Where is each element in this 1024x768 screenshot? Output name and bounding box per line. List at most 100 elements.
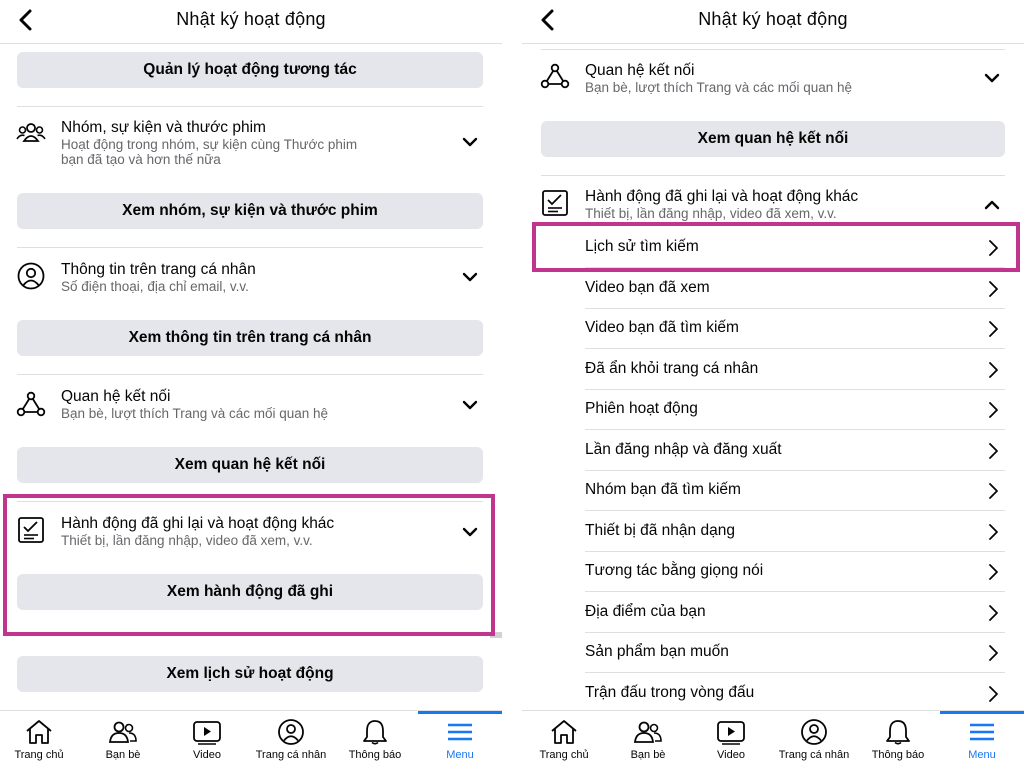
section-title: Quan hệ kết nối — [61, 388, 171, 405]
nav-profile[interactable]: Trang cá nhân — [249, 711, 333, 768]
video-icon — [717, 721, 745, 745]
bell-icon — [363, 720, 387, 745]
groups-icon — [16, 123, 46, 142]
list-item-label: Video bạn đã xem — [585, 279, 710, 296]
chevron-right-icon — [989, 483, 998, 499]
section-subtitle: Bạn bè, lượt thích Trang và các mối quan… — [585, 80, 853, 95]
list-item-recognized-devices[interactable]: Thiết bị đã nhận dạng — [585, 512, 1005, 552]
list-item-groups-searched[interactable]: Nhóm bạn đã tìm kiếm — [585, 471, 1005, 511]
menu-icon — [448, 723, 472, 741]
list-item-label: Trận đấu trong vòng đấu — [585, 684, 755, 701]
list-item-your-places[interactable]: Địa điểm của bạn — [585, 593, 1005, 633]
nav-notifications[interactable]: Thông báo — [333, 711, 417, 768]
list-item-products-wanted[interactable]: Sản phẩm bạn muốn — [585, 633, 1005, 673]
nav-video[interactable]: Video — [165, 711, 249, 768]
screen-gap — [502, 0, 522, 768]
chevron-right-icon — [989, 402, 998, 418]
header: Nhật ký hoạt động — [522, 0, 1024, 44]
page-title: Nhật ký hoạt động — [176, 9, 326, 29]
chevron-down-icon — [462, 400, 478, 410]
nav-home[interactable]: Trang chủ — [522, 711, 606, 768]
chevron-right-icon — [989, 281, 998, 297]
view-history-button[interactable]: Xem lịch sử hoạt động — [17, 656, 483, 692]
left-screen: Nhật ký hoạt động Quản lý hoạt động tươn… — [0, 0, 502, 768]
divider — [17, 106, 483, 107]
scroll-indicator — [490, 632, 502, 638]
section-connections[interactable]: Quan hệ kết nối Bạn bè, lượt thích Trang… — [0, 380, 502, 440]
nav-label: Menu — [968, 749, 996, 761]
list-item-label: Video bạn đã tìm kiếm — [585, 319, 739, 336]
chevron-right-icon — [989, 321, 998, 337]
home-icon — [26, 720, 52, 744]
view-connections-button[interactable]: Xem quan hệ kết nối — [541, 121, 1005, 157]
section-profile[interactable]: Thông tin trên trang cá nhân Số điện tho… — [0, 253, 502, 313]
chevron-down-icon — [462, 137, 478, 147]
divider — [17, 501, 483, 502]
list-item-label: Phiên hoạt động — [585, 400, 698, 417]
nav-menu[interactable]: Menu — [940, 711, 1024, 768]
nav-label: Video — [717, 749, 745, 761]
nav-label: Trang chủ — [539, 749, 589, 761]
nav-friends[interactable]: Bạn bè — [81, 711, 165, 768]
active-tab-indicator — [940, 711, 1024, 714]
section-title: Quan hệ kết nối — [585, 62, 695, 79]
list-item-logins[interactable]: Lần đăng nhập và đăng xuất — [585, 431, 1005, 471]
nav-friends[interactable]: Bạn bè — [606, 711, 690, 768]
view-logged-actions-button[interactable]: Xem hành động đã ghi — [17, 574, 483, 610]
nav-video[interactable]: Video — [689, 711, 773, 768]
active-tab-indicator — [418, 711, 502, 714]
video-icon — [193, 721, 221, 745]
section-connections[interactable]: Quan hệ kết nối Bạn bè, lượt thích Trang… — [522, 52, 1024, 112]
view-connections-button[interactable]: Xem quan hệ kết nối — [17, 447, 483, 483]
page-title: Nhật ký hoạt động — [698, 9, 848, 29]
section-subtitle: Bạn bè, lượt thích Trang và các mối quan… — [61, 406, 329, 421]
list-item-voice-interactions[interactable]: Tương tác bằng giọng nói — [585, 552, 1005, 592]
list-item-label: Địa điểm của bạn — [585, 603, 706, 620]
nav-label: Thông báo — [871, 749, 925, 761]
nav-label: Video — [193, 749, 221, 761]
header: Nhật ký hoạt động — [0, 0, 502, 44]
chevron-right-icon — [989, 686, 998, 702]
bottom-nav: Trang chủ Bạn bè Video Trang cá nhân Thô… — [522, 710, 1024, 768]
section-title: Hành động đã ghi lại và hoạt động khác — [61, 515, 335, 532]
chevron-right-icon — [989, 524, 998, 540]
nav-label: Bạn bè — [630, 749, 666, 761]
section-subtitle: Số điện thoại, địa chỉ email, v.v. — [61, 279, 249, 294]
list-item-hidden-from-profile[interactable]: Đã ẩn khỏi trang cá nhân — [585, 350, 1005, 390]
nav-label: Thông báo — [348, 749, 402, 761]
list-item-videos-watched[interactable]: Video bạn đã xem — [585, 269, 1005, 309]
list-item-label: Lần đăng nhập và đăng xuất — [585, 441, 782, 458]
chevron-right-icon — [989, 564, 998, 580]
list-item-active-sessions[interactable]: Phiên hoạt động — [585, 390, 1005, 430]
section-subtitle: Hoạt động trong nhóm, sự kiện cùng Thước… — [61, 137, 358, 152]
view-groups-button[interactable]: Xem nhóm, sự kiện và thước phim — [17, 193, 483, 229]
chevron-right-icon — [989, 362, 998, 378]
chevron-right-icon — [989, 443, 998, 459]
section-groups[interactable]: Nhóm, sự kiện và thước phim Hoạt động tr… — [0, 112, 502, 172]
list-item-search-history[interactable]: Lịch sử tìm kiếm — [585, 228, 1005, 268]
list-item-videos-searched[interactable]: Video bạn đã tìm kiếm — [585, 309, 1005, 349]
checklist-icon — [542, 190, 568, 216]
section-subtitle: Thiết bị, lần đăng nhập, video đã xem, v… — [585, 206, 837, 221]
home-icon — [551, 720, 577, 744]
view-profile-button[interactable]: Xem thông tin trên trang cá nhân — [17, 320, 483, 356]
section-logged-actions[interactable]: Hành động đã ghi lại và hoạt động khác T… — [0, 507, 502, 567]
section-title: Nhóm, sự kiện và thước phim — [61, 119, 266, 136]
list-item-tournament-matches[interactable]: Trận đấu trong vòng đấu — [585, 674, 1005, 714]
bottom-nav: Trang chủ Bạn bè Video Trang cá nhân Thô… — [0, 710, 502, 768]
friends-icon — [633, 721, 662, 743]
manage-interactions-button[interactable]: Quản lý hoạt động tương tác — [17, 52, 483, 88]
nav-profile[interactable]: Trang cá nhân — [772, 711, 856, 768]
profile-icon — [801, 719, 827, 745]
nav-menu[interactable]: Menu — [418, 711, 502, 768]
chevron-right-icon — [989, 645, 998, 661]
nav-home[interactable]: Trang chủ — [0, 711, 81, 768]
nav-notifications[interactable]: Thông báo — [856, 711, 940, 768]
divider — [541, 49, 1005, 50]
right-screen: Nhật ký hoạt động Quan hệ kết nối Bạn bè… — [522, 0, 1024, 768]
profile-icon — [17, 262, 45, 290]
menu-icon — [970, 723, 994, 741]
nav-label: Trang cá nhân — [778, 749, 850, 761]
chevron-right-icon — [989, 605, 998, 621]
list-item-label: Lịch sử tìm kiếm — [585, 238, 699, 255]
